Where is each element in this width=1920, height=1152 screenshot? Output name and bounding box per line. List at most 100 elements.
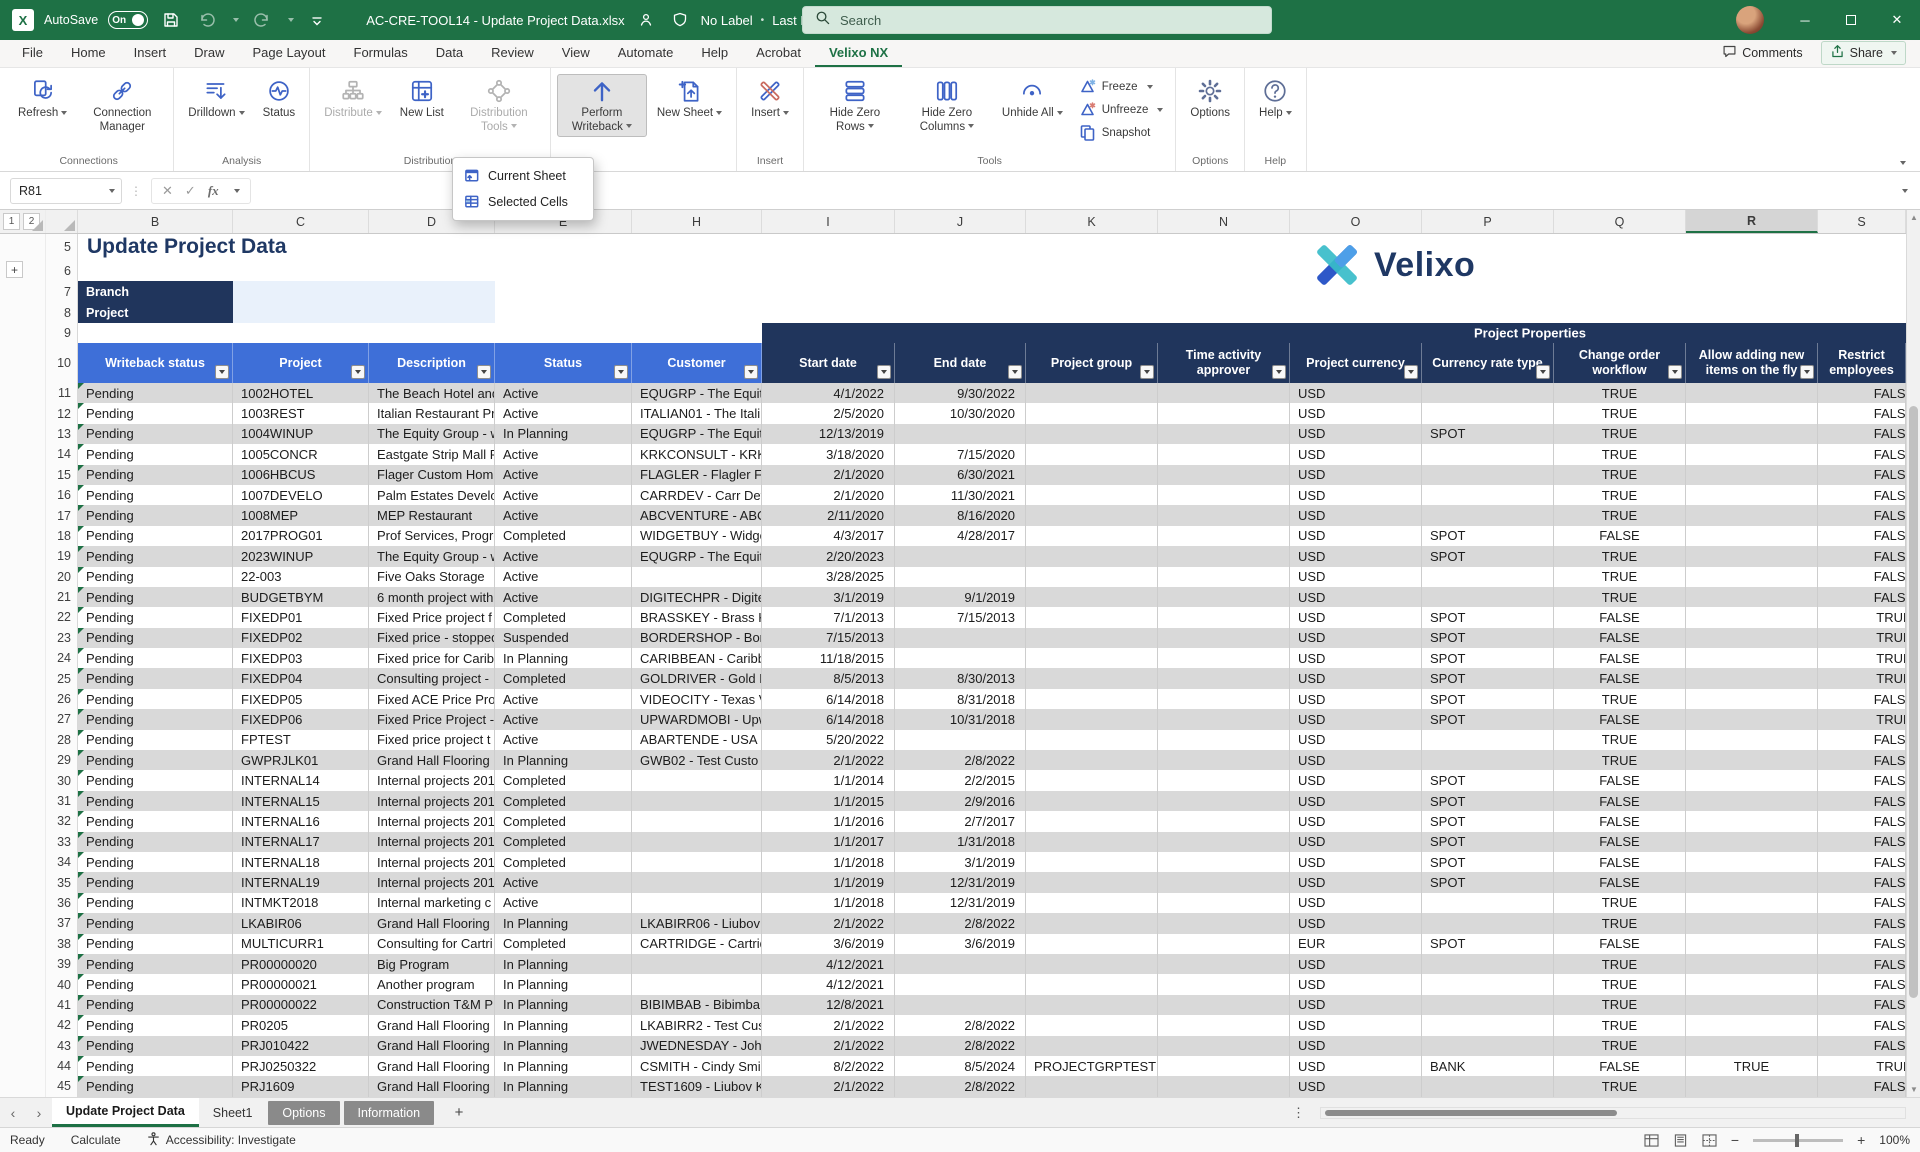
cell[interactable]	[1026, 872, 1158, 892]
cell[interactable]: Pending	[78, 832, 233, 852]
cell[interactable]	[1422, 567, 1554, 587]
cell[interactable]	[1026, 709, 1158, 729]
cell[interactable]	[1686, 709, 1818, 729]
cell[interactable]	[895, 974, 1026, 994]
cell[interactable]: Pending	[78, 546, 233, 566]
ribbon-tab-acrobat[interactable]: Acrobat	[742, 40, 815, 67]
cell[interactable]: KRKCONSULT - KRK	[632, 444, 762, 464]
cell[interactable]	[1422, 954, 1554, 974]
cell[interactable]: SPOT	[1422, 607, 1554, 627]
cell[interactable]: 11/30/2021	[895, 485, 1026, 505]
cell[interactable]	[1158, 383, 1290, 403]
cell[interactable]: FALSE	[1818, 1076, 1906, 1096]
cell[interactable]: FLAGLER - Flagler Fa	[632, 465, 762, 485]
table-header-allow-adding-new-items-on-the-fly[interactable]: Allow adding newitems on the fly	[1686, 343, 1818, 383]
cell[interactable]	[1422, 730, 1554, 750]
cell[interactable]: Pending	[78, 811, 233, 831]
cell[interactable]: FALSE	[1818, 852, 1906, 872]
cell[interactable]	[1686, 934, 1818, 954]
cell[interactable]: Pending	[78, 607, 233, 627]
row-header-41[interactable]: 41	[46, 995, 78, 1015]
cell[interactable]: Completed	[495, 770, 632, 790]
cell[interactable]	[1686, 403, 1818, 423]
cell[interactable]: TRUE	[1818, 628, 1906, 648]
cell[interactable]: Completed	[495, 607, 632, 627]
column-header-B[interactable]: B	[78, 210, 233, 233]
vertical-scrollbar-thumb[interactable]	[1909, 406, 1918, 998]
cell[interactable]	[632, 770, 762, 790]
cell[interactable]: CARRDEV - Carr Dev	[632, 485, 762, 505]
cell[interactable]: Pending	[78, 485, 233, 505]
column-header-J[interactable]: J	[895, 210, 1026, 233]
cell[interactable]: INTERNAL18	[233, 852, 369, 872]
cell[interactable]: Completed	[495, 934, 632, 954]
cell[interactable]: FALSE	[1554, 832, 1686, 852]
cell[interactable]	[1158, 668, 1290, 688]
cell[interactable]: SPOT	[1422, 791, 1554, 811]
cell[interactable]	[1026, 832, 1158, 852]
cell[interactable]: 1/1/2018	[762, 852, 895, 872]
cell[interactable]	[1026, 852, 1158, 872]
cell[interactable]	[895, 424, 1026, 444]
cell[interactable]: Pending	[78, 628, 233, 648]
cell[interactable]: TRUE	[1554, 424, 1686, 444]
cell[interactable]: USD	[1290, 750, 1422, 770]
cell[interactable]	[1686, 444, 1818, 464]
cell[interactable]: 12/13/2019	[762, 424, 895, 444]
cell[interactable]: Internal projects 201	[369, 872, 495, 892]
row-header-38[interactable]: 38	[46, 934, 78, 954]
sheet-nav-left-icon[interactable]: ‹	[0, 1105, 26, 1121]
unfreeze-button[interactable]: Unfreeze	[1073, 99, 1170, 120]
cell[interactable]: TRUE	[1818, 1056, 1906, 1076]
row-header-40[interactable]: 40	[46, 974, 78, 994]
name-box[interactable]: R81	[10, 178, 122, 204]
ribbon-tab-view[interactable]: View	[548, 40, 604, 67]
cell[interactable]: FALSE	[1818, 934, 1906, 954]
cell[interactable]: Active	[495, 730, 632, 750]
cell[interactable]: Active	[495, 689, 632, 709]
cell[interactable]: FALSE	[1818, 505, 1906, 525]
cell[interactable]	[632, 893, 762, 913]
cell[interactable]	[1158, 444, 1290, 464]
cell[interactable]	[1686, 546, 1818, 566]
row-header-6[interactable]: 6	[46, 260, 78, 281]
cell[interactable]: 2/11/2020	[762, 505, 895, 525]
cell[interactable]: 7/15/2020	[895, 444, 1026, 464]
cell[interactable]: ITALIAN01 - The Itali	[632, 403, 762, 423]
minimize-button[interactable]: ─	[1782, 0, 1828, 40]
cell[interactable]: SPOT	[1422, 526, 1554, 546]
cell[interactable]: The Equity Group - w	[369, 424, 495, 444]
cell[interactable]: Internal marketing c	[369, 893, 495, 913]
cell[interactable]: Fixed price project t	[369, 730, 495, 750]
cell[interactable]: FIXEDP01	[233, 607, 369, 627]
cell[interactable]: TRUE	[1818, 607, 1906, 627]
cell[interactable]: In Planning	[495, 1056, 632, 1076]
cell[interactable]: FALSE	[1818, 485, 1906, 505]
cell[interactable]: Suspended	[495, 628, 632, 648]
excel-app-icon[interactable]: X	[12, 9, 34, 31]
cell[interactable]: TRUE	[1554, 505, 1686, 525]
cell[interactable]: 2/8/2022	[895, 1076, 1026, 1096]
cell[interactable]: Fixed Price project f	[369, 607, 495, 627]
cell[interactable]: LKABIR06	[233, 913, 369, 933]
cell[interactable]: In Planning	[495, 1015, 632, 1035]
cell[interactable]	[1026, 485, 1158, 505]
cell[interactable]	[1158, 607, 1290, 627]
status-button[interactable]: Status	[255, 74, 304, 124]
cell[interactable]: 2/1/2020	[762, 465, 895, 485]
horizontal-scrollbar[interactable]	[1320, 1107, 1906, 1119]
cell[interactable]	[1158, 689, 1290, 709]
cell[interactable]: USD	[1290, 567, 1422, 587]
cell[interactable]	[1686, 485, 1818, 505]
row-header-16[interactable]: 16	[46, 485, 78, 505]
filter-button[interactable]	[1404, 365, 1418, 379]
cell[interactable]: 12/31/2019	[895, 893, 1026, 913]
cell[interactable]	[895, 628, 1026, 648]
project-input-cell[interactable]	[233, 302, 495, 323]
cell[interactable]	[1686, 811, 1818, 831]
column-header-O[interactable]: O	[1290, 210, 1422, 233]
ribbon-tab-automate[interactable]: Automate	[604, 40, 688, 67]
cell[interactable]: Pending	[78, 424, 233, 444]
cell[interactable]: INTERNAL15	[233, 791, 369, 811]
cell[interactable]: TRUE	[1554, 913, 1686, 933]
